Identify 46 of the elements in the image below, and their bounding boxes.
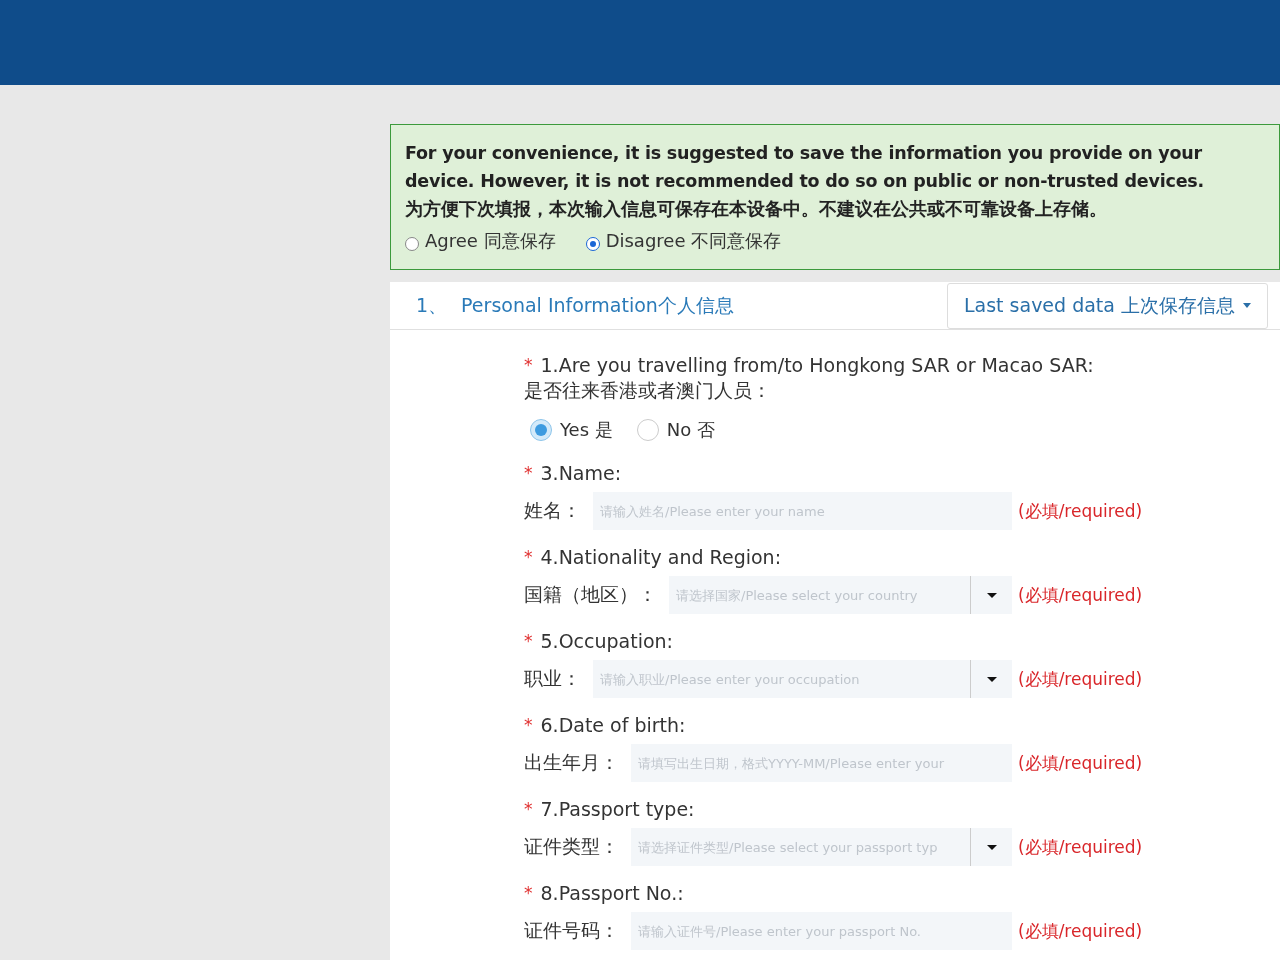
required-asterisk: * <box>524 882 533 905</box>
field-label: 出生年月： <box>524 750 619 775</box>
required-asterisk: * <box>524 798 533 821</box>
required-asterisk: * <box>524 462 533 485</box>
question-title: 7.Passport type: <box>540 797 695 822</box>
question-title: 1.Are you travelling from/to Hongkong SAR or Macao SAR: <box>540 353 1094 378</box>
radio-icon[interactable] <box>585 237 600 251</box>
caret-icon <box>986 676 997 682</box>
required-asterisk: * <box>524 630 533 653</box>
required-asterisk: * <box>524 354 533 377</box>
last-saved-dropdown[interactable]: Last saved data 上次保存信息 <box>946 282 1268 329</box>
field-label: 国籍（地区）： <box>524 582 657 607</box>
required-note: (必填/required) <box>1018 583 1143 607</box>
dropdown-button[interactable] <box>970 660 1012 698</box>
caret-icon <box>986 844 997 850</box>
dropdown-button[interactable] <box>970 576 1012 614</box>
required-note: (必填/required) <box>1018 751 1143 775</box>
section-number: 1、 <box>416 292 448 318</box>
section-title: Personal Information个人信息 <box>461 292 734 318</box>
answer-option[interactable]: No 否 <box>636 418 715 442</box>
radio-icon[interactable] <box>405 237 419 251</box>
required-note: (必填/required) <box>1018 667 1143 691</box>
question-title: 6.Date of birth: <box>540 713 686 738</box>
required-note: (必填/required) <box>1018 919 1143 943</box>
notice-text: For your convenience, it is suggested to save the information you provide on your device. However, it is not recommended to do so on public or non-trusted devices. <box>405 142 1205 193</box>
save-option[interactable]: Disagree 不同意保存 <box>585 229 782 253</box>
question-title: 3.Name: <box>540 461 622 486</box>
question-title: 5.Occupation: <box>540 629 674 654</box>
dropdown-button[interactable] <box>970 828 1012 866</box>
required-note: (必填/required) <box>1018 499 1143 523</box>
radio-icon[interactable] <box>530 419 552 441</box>
question-subtitle: 是否往来香港或者澳门人员： <box>524 378 772 402</box>
save-option[interactable]: Agree 同意保存 <box>405 229 556 253</box>
field-label: 姓名： <box>524 498 581 523</box>
field-label: 职业： <box>524 666 581 691</box>
caret-icon <box>986 592 997 598</box>
notice-text: 为方便下次填报，本次输入信息可保存在本设备中。不建议在公共或不可靠设备上存储。 <box>405 197 1108 221</box>
required-note: (必填/required) <box>1018 835 1143 859</box>
required-asterisk: * <box>524 714 533 737</box>
field-label: 证件号码： <box>524 918 619 943</box>
question-title: 4.Nationality and Region: <box>540 545 782 570</box>
caret-icon <box>1243 303 1251 308</box>
question-title: 8.Passport No.: <box>540 881 684 906</box>
required-asterisk: * <box>524 546 533 569</box>
answer-option[interactable]: Yes 是 <box>530 418 613 442</box>
field-label: 证件类型： <box>524 834 619 859</box>
